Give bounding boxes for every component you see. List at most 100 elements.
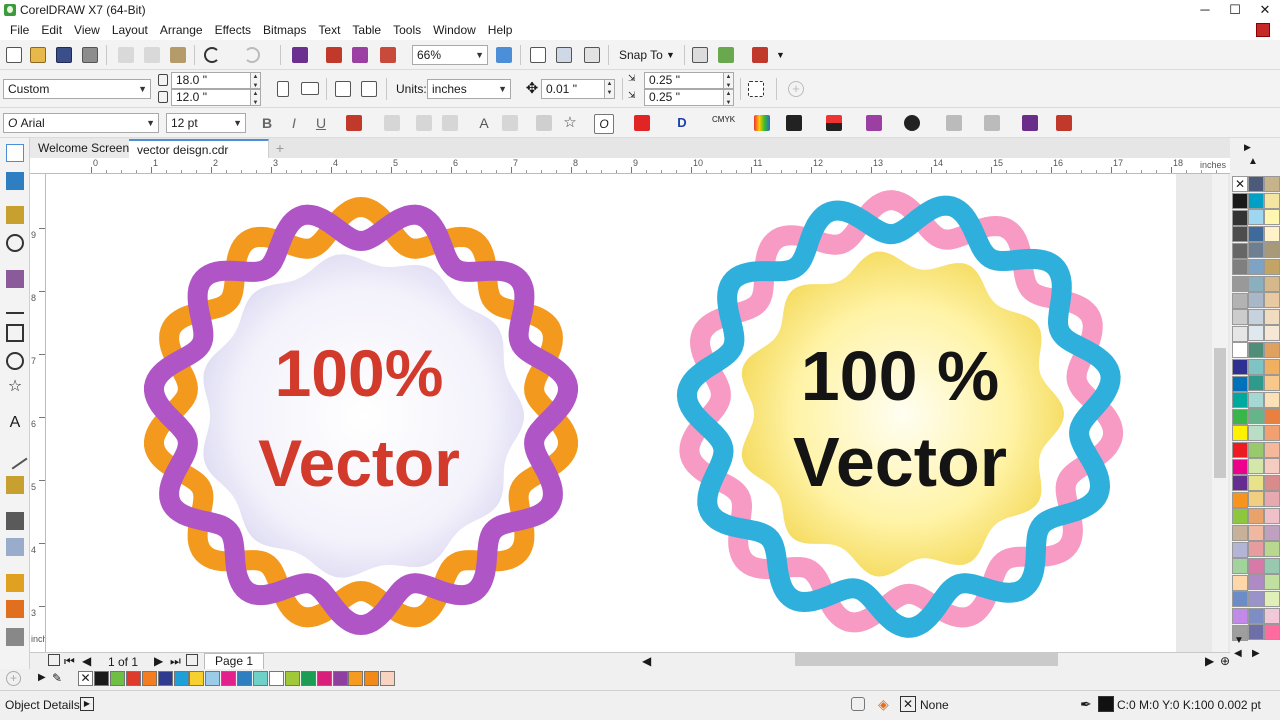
palette-swatch[interactable] [1264,358,1280,375]
color-styles-icon[interactable] [754,115,770,131]
document-palette-swatch[interactable] [268,671,284,686]
horizontal-scroll-thumb[interactable] [795,653,1058,666]
qr-code-icon[interactable] [786,115,802,131]
maximize-button[interactable]: ☐ [1220,2,1250,18]
macro-icon[interactable] [1056,115,1072,131]
palette-swatch[interactable] [1264,557,1280,574]
no-color-swatch[interactable]: ✕ [78,671,93,686]
palette-swatch[interactable] [1248,391,1264,408]
palette-swatch[interactable] [1232,359,1248,375]
welcome-screen-icon[interactable] [752,47,768,63]
no-color-swatch[interactable]: ✕ [1232,176,1248,192]
cut-icon[interactable] [118,47,134,63]
document-palette-swatch[interactable] [284,671,300,686]
zoom-to-page-icon[interactable] [496,47,512,63]
scroll-left-icon[interactable]: ◀ [642,654,651,668]
palette-swatch[interactable] [1264,259,1280,275]
palette-swatch[interactable] [1264,624,1280,641]
palette-swatch[interactable] [1248,458,1264,475]
palette-swatch[interactable] [1248,541,1264,558]
document-palette-swatch[interactable] [125,671,141,686]
document-palette-swatch[interactable] [221,671,237,686]
menu-arrange[interactable]: Arrange [154,23,209,37]
menu-edit[interactable]: Edit [35,23,68,37]
palette-swatch[interactable] [1232,242,1248,259]
document-palette-swatch[interactable] [364,671,380,686]
trace-bitmap-icon[interactable] [1022,115,1038,131]
menu-file[interactable]: File [4,23,35,37]
palette-swatch[interactable] [1248,275,1264,292]
last-page-icon[interactable]: ⏭ [170,654,181,669]
text-properties-icon[interactable]: A [476,115,492,131]
palette-swatch[interactable] [1264,425,1280,441]
palette-swatch[interactable] [1264,342,1280,358]
zoom-to-fit-icon[interactable]: ⊕ [1220,654,1230,668]
chevron-down-icon[interactable]: ▼ [776,45,785,65]
palette-swatch[interactable] [1264,242,1280,259]
document-palette-swatch[interactable] [237,671,253,686]
palette-swatch[interactable] [1248,209,1264,226]
color-palette-icon[interactable] [826,115,842,131]
palette-swatch[interactable] [1232,193,1248,209]
palette-swatch[interactable] [1264,408,1280,425]
palette-swatch[interactable] [1248,574,1264,591]
menu-bitmaps[interactable]: Bitmaps [257,23,312,37]
menu-tools[interactable]: Tools [387,23,427,37]
full-screen-preview-icon[interactable] [530,47,546,63]
document-palette-swatch[interactable] [157,671,173,686]
palette-swatch[interactable] [1248,508,1264,524]
document-close-icon[interactable] [1256,23,1270,37]
page-height-field[interactable]: 12.0 " ▲ ▼ [171,89,261,106]
palette-swatch[interactable] [1248,358,1264,375]
convert-to-curves-icon[interactable]: D [674,115,690,131]
show-grid-icon[interactable] [584,47,600,63]
zoom-level-select[interactable]: 66% ▼ [412,45,488,65]
menu-text[interactable]: Text [312,23,346,37]
palette-swatch[interactable] [1264,275,1280,292]
current-page-icon[interactable] [361,81,377,97]
document-palette-swatch[interactable] [205,671,221,686]
palette-swatch[interactable] [1248,176,1264,192]
bold-icon[interactable]: B [259,115,275,131]
palette-swatch[interactable] [1264,209,1280,226]
drop-cap-icon[interactable] [442,115,458,131]
palette-swatch[interactable] [1264,541,1280,558]
show-rulers-icon[interactable] [556,47,572,63]
palette-swatch[interactable] [1264,308,1280,325]
document-palette-swatch[interactable] [94,671,109,686]
print-icon[interactable] [82,47,98,63]
fill-bucket-icon[interactable]: ◈ [878,696,889,713]
palette-swatch[interactable] [1232,325,1248,342]
palette-swatch[interactable] [1264,176,1280,192]
redo-icon[interactable] [244,47,260,63]
menu-help[interactable]: Help [482,23,519,37]
freehand-tool-icon[interactable] [6,270,24,288]
nudge-distance-field[interactable]: 0.01 " ▲ ▼ [541,79,615,99]
palette-swatch[interactable] [1232,475,1248,492]
eyedropper-icon[interactable]: ✎ [52,671,62,685]
blend-icon[interactable] [904,115,920,131]
previous-page-icon[interactable]: ◀ [82,654,91,668]
text-tool-icon[interactable]: A [6,414,24,432]
menu-table[interactable]: Table [346,23,387,37]
units-select[interactable]: inches ▼ [427,79,511,99]
badge-left[interactable]: 100% Vector [144,196,578,636]
connector-tool-icon[interactable] [6,476,24,494]
italic-icon[interactable]: I [286,115,302,131]
palette-swatch[interactable] [1248,474,1264,491]
application-launcher-icon[interactable] [718,47,734,63]
document-palette-swatch[interactable] [300,671,316,686]
palette-flyout-left-icon[interactable]: ◀ [1234,648,1242,659]
drop-shadow-tool-icon[interactable] [6,512,24,530]
palette-swatch[interactable] [1232,309,1248,326]
text-align-icon[interactable] [346,115,362,131]
palette-swatch[interactable] [1264,192,1280,209]
palette-swatch[interactable] [1264,508,1280,524]
palette-swatch[interactable] [1264,441,1280,458]
palette-swatch[interactable] [1248,624,1264,641]
star-icon[interactable]: ☆ [562,115,578,131]
outline-pen-status-icon[interactable]: ✒ [1080,696,1092,713]
palette-swatch[interactable] [1232,425,1248,442]
add-page-icon[interactable] [48,654,60,666]
color-proof-icon[interactable] [851,697,865,711]
